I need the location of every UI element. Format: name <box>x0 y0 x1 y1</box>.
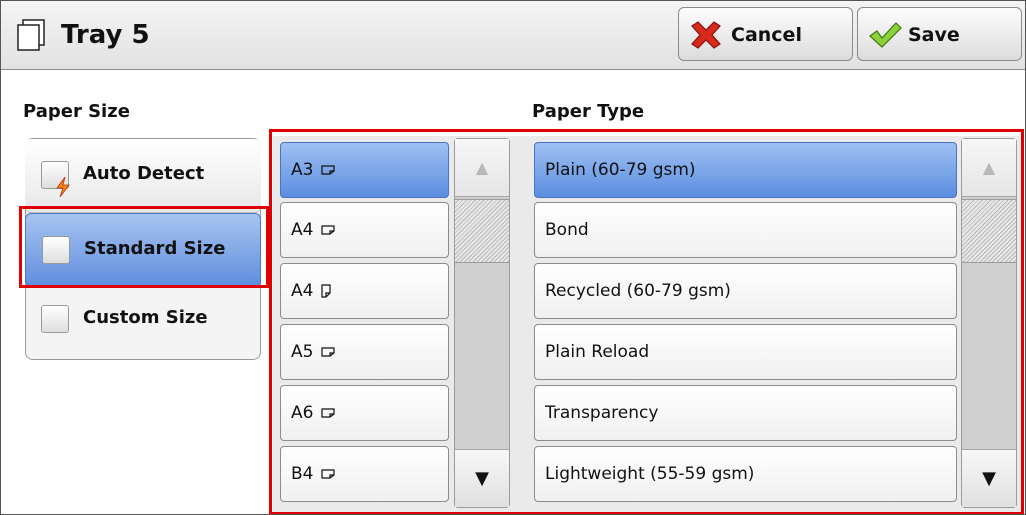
header-bar: Tray 5 Cancel Save <box>1 1 1025 70</box>
save-check-icon <box>869 22 902 48</box>
paper-size-scroll-thumb[interactable] <box>455 199 509 263</box>
size-item-label: A5 <box>291 342 314 362</box>
type-item-label: Recycled (60-79 gsm) <box>545 281 731 301</box>
size-item-label: B4 <box>291 464 314 484</box>
paper-type-scroll-up-button[interactable]: ▲ <box>962 139 1016 197</box>
auto-detect-label: Auto Detect <box>83 163 205 184</box>
landscape-orientation-icon <box>321 225 336 235</box>
auto-detect-lightning-icon <box>56 177 70 197</box>
save-label: Save <box>908 24 960 46</box>
standard-size-label: Standard Size <box>84 238 226 259</box>
landscape-orientation-icon <box>321 408 336 418</box>
paper-size-scroll-up-button[interactable]: ▲ <box>455 139 509 197</box>
size-item-label: A4 <box>291 281 314 301</box>
landscape-orientation-icon <box>321 347 336 357</box>
page-title: Tray 5 <box>61 20 150 50</box>
type-item-label: Transparency <box>545 403 659 423</box>
size-item-b4[interactable]: B4 <box>280 446 449 502</box>
type-item-label: Plain Reload <box>545 342 650 362</box>
standard-size-checkbox <box>42 236 70 264</box>
portrait-orientation-icon <box>321 284 332 298</box>
type-item-label: Plain (60-79 gsm) <box>545 160 696 180</box>
size-item-label: A3 <box>291 160 314 180</box>
custom-size-checkbox <box>41 305 69 333</box>
type-item-recycled[interactable]: Recycled (60-79 gsm) <box>534 263 957 319</box>
cancel-button[interactable]: Cancel <box>678 7 853 61</box>
paper-size-scroll-down-button[interactable]: ▼ <box>455 449 509 507</box>
cancel-label: Cancel <box>731 24 802 46</box>
custom-size-label: Custom Size <box>83 307 208 328</box>
paper-size-label: Paper Size <box>23 101 130 122</box>
type-item-label: Bond <box>545 220 589 240</box>
tray-icon <box>17 19 45 51</box>
size-item-label: A4 <box>291 220 314 240</box>
paper-type-scrollbar[interactable]: ▲ ▼ <box>961 138 1017 508</box>
type-item-bond[interactable]: Bond <box>534 202 957 258</box>
auto-detect-button[interactable]: Auto Detect <box>25 139 261 213</box>
paper-type-label: Paper Type <box>532 101 645 122</box>
size-item-a6[interactable]: A6 <box>280 385 449 441</box>
standard-size-button[interactable]: Standard Size <box>25 213 261 287</box>
landscape-orientation-icon <box>321 469 336 479</box>
size-item-a4-portrait[interactable]: A4 <box>280 263 449 319</box>
save-button[interactable]: Save <box>857 7 1022 61</box>
paper-type-scroll-down-button[interactable]: ▼ <box>962 449 1016 507</box>
type-item-plain-reload[interactable]: Plain Reload <box>534 324 957 380</box>
landscape-orientation-icon <box>321 165 336 175</box>
type-item-lightweight[interactable]: Lightweight (55-59 gsm) <box>534 446 957 502</box>
custom-size-button[interactable]: Custom Size <box>25 287 261 361</box>
type-item-label: Lightweight (55-59 gsm) <box>545 464 755 484</box>
size-item-a5[interactable]: A5 <box>280 324 449 380</box>
size-item-label: A6 <box>291 403 314 423</box>
size-item-a4-landscape[interactable]: A4 <box>280 202 449 258</box>
size-item-a3[interactable]: A3 <box>280 142 449 198</box>
paper-type-scroll-thumb[interactable] <box>962 199 1016 263</box>
type-item-plain[interactable]: Plain (60-79 gsm) <box>534 142 957 198</box>
paper-size-scrollbar[interactable]: ▲ ▼ <box>454 138 510 508</box>
tray-settings-screen: Tray 5 Cancel Save Paper Size Paper Type… <box>0 0 1026 515</box>
type-item-transparency[interactable]: Transparency <box>534 385 957 441</box>
cancel-x-icon <box>691 21 721 49</box>
